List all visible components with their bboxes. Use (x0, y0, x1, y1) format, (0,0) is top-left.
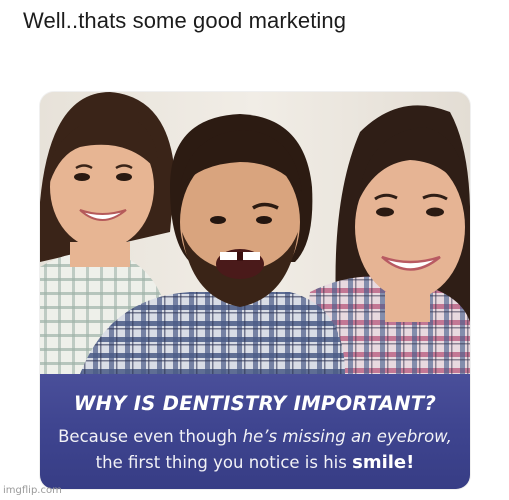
imgflip-watermark: imgflip.com (3, 485, 62, 496)
ad-headline: WHY IS DENTISTRY IMPORTANT? (73, 392, 437, 415)
line1-plain: Because even though (58, 427, 243, 446)
ad-body-line-1: Because even though he’s missing an eyeb… (40, 427, 470, 446)
ad-body-line-2: the first thing you notice is his smile! (40, 452, 470, 473)
line1-italic: he’s missing an eyebrow, (242, 427, 452, 446)
caption-band: WHY IS DENTISTRY IMPORTANT? Because even… (40, 374, 470, 489)
line2-plain: the first thing you notice is his (95, 453, 353, 472)
post-caption: Well..thats some good marketing (23, 8, 347, 33)
ad-image: WHY IS DENTISTRY IMPORTANT? Because even… (40, 92, 470, 489)
line2-bold: smile! (352, 452, 415, 473)
family-photo (40, 92, 470, 374)
